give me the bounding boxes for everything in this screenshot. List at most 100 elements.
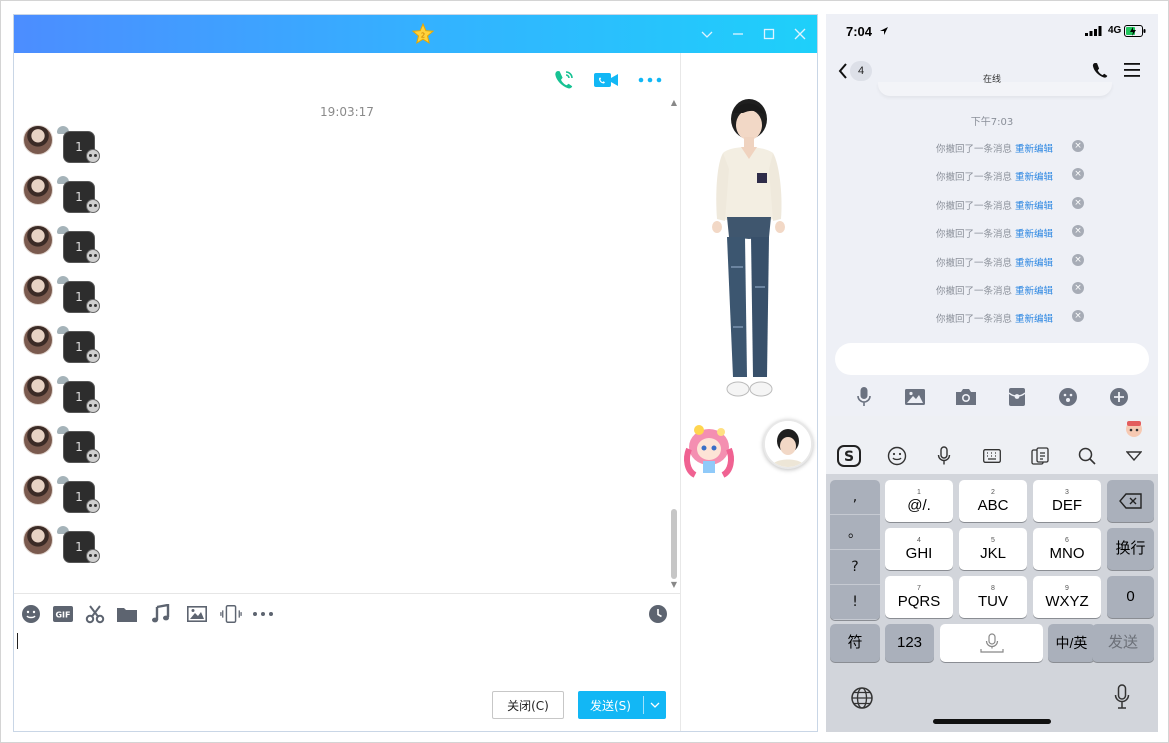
menu-icon[interactable] [1124, 63, 1140, 77]
close-icon[interactable]: × [1072, 196, 1084, 209]
numeric-key[interactable]: 123 [885, 624, 934, 662]
skull-icon [86, 349, 100, 363]
pet-sticker[interactable] [681, 421, 741, 481]
voice-call-icon[interactable] [550, 67, 578, 93]
minimize-icon[interactable] [728, 24, 748, 44]
re-edit-link[interactable]: 重新编辑 [1015, 255, 1053, 269]
music-icon[interactable] [150, 603, 172, 625]
avatar[interactable] [23, 125, 53, 155]
avatar-show-figure[interactable] [705, 97, 791, 427]
maximize-icon[interactable] [759, 24, 779, 44]
avatar[interactable] [23, 475, 53, 505]
scroll-up-icon[interactable]: ▲ [670, 99, 678, 107]
image-icon[interactable] [186, 603, 208, 625]
punctuation-column[interactable]: ,。?! [830, 480, 880, 620]
sogou-logo-icon[interactable]: S [836, 444, 862, 468]
shake-icon[interactable] [220, 603, 242, 625]
red-packet-icon[interactable] [1005, 385, 1029, 409]
recall-text: 你撤回了一条消息 [935, 229, 1012, 241]
avatar[interactable] [763, 419, 813, 469]
microphone-icon[interactable] [931, 444, 957, 468]
punctuation-key[interactable]: , [830, 480, 880, 515]
history-clock-icon[interactable] [647, 603, 669, 625]
t9-key[interactable]: 3 DEF [1033, 480, 1101, 522]
re-edit-link[interactable]: 重新编辑 [1015, 283, 1053, 297]
home-indicator[interactable] [933, 719, 1051, 724]
close-icon[interactable]: × [1072, 282, 1084, 294]
plus-icon[interactable] [1107, 385, 1131, 409]
close-icon[interactable] [790, 24, 810, 44]
more-icon[interactable] [252, 603, 274, 625]
sticker-icon[interactable] [1124, 420, 1144, 438]
keyboard-send-key[interactable]: 发送 [1092, 624, 1154, 662]
re-edit-link[interactable]: 重新编辑 [1015, 311, 1053, 325]
message-scrollbar[interactable]: ▲ ▼ [668, 99, 680, 593]
chevron-down-icon[interactable] [644, 702, 666, 708]
hide-keyboard-icon[interactable] [1121, 444, 1147, 468]
punctuation-key[interactable]: 。 [830, 515, 880, 550]
video-call-icon[interactable] [592, 67, 620, 93]
t9-key[interactable]: 6 MNO [1033, 528, 1101, 570]
re-edit-link[interactable]: 重新编辑 [1015, 198, 1053, 212]
image-icon[interactable] [903, 385, 927, 409]
key-letters: ABC [977, 496, 1009, 514]
camera-icon[interactable] [954, 385, 978, 409]
t9-key[interactable]: 4 GHI [885, 528, 953, 570]
t9-key[interactable]: 5 JKL [959, 528, 1027, 570]
microphone-icon[interactable] [852, 385, 876, 409]
globe-icon[interactable] [850, 686, 874, 714]
close-button[interactable]: 关闭(C) [492, 691, 564, 719]
emoji-icon[interactable] [884, 444, 910, 468]
message-input[interactable] [14, 633, 680, 693]
t9-key[interactable]: 1 @/. [885, 480, 953, 522]
punctuation-key[interactable]: ? [830, 550, 880, 585]
avatar[interactable] [23, 525, 53, 555]
close-icon[interactable]: × [1072, 310, 1084, 323]
close-icon[interactable]: × [1072, 168, 1084, 181]
close-icon[interactable]: × [1072, 225, 1084, 238]
avatar[interactable] [23, 275, 53, 305]
zero-key[interactable]: 0 [1107, 576, 1154, 618]
newline-key[interactable]: 换行 [1107, 528, 1154, 570]
emoji-icon[interactable] [20, 603, 42, 625]
language-switch-key[interactable]: 中/英 [1048, 624, 1095, 662]
symbol-key[interactable]: 符 [830, 624, 880, 662]
clipboard-icon[interactable] [1027, 444, 1053, 468]
avatar[interactable] [23, 225, 53, 255]
chevron-down-icon[interactable] [697, 24, 717, 44]
avatar[interactable] [23, 325, 53, 355]
t9-key[interactable]: 2 ABC [959, 480, 1027, 522]
search-icon[interactable] [1074, 444, 1100, 468]
emoji-icon[interactable] [1056, 385, 1080, 409]
message-row: 1 [23, 525, 223, 575]
more-icon[interactable] [636, 67, 664, 93]
backspace-key[interactable] [1107, 480, 1154, 522]
send-button-label[interactable]: 发送(S) [578, 697, 643, 714]
close-icon[interactable]: × [1072, 140, 1084, 152]
avatar[interactable] [23, 425, 53, 455]
space-key[interactable] [940, 624, 1043, 662]
re-edit-link[interactable]: 重新编辑 [1015, 141, 1053, 155]
dictation-mic-icon[interactable] [1114, 684, 1130, 714]
keyboard-icon[interactable] [979, 444, 1005, 468]
scissors-icon[interactable] [84, 603, 106, 625]
re-edit-link[interactable]: 重新编辑 [1015, 169, 1053, 183]
phone-icon[interactable] [1092, 62, 1108, 78]
message-list[interactable]: 19:03:17 111111111 [14, 99, 680, 593]
location-arrow-icon [880, 27, 888, 35]
send-button[interactable]: 发送(S) [578, 691, 666, 719]
re-edit-link[interactable]: 重新编辑 [1015, 226, 1053, 240]
avatar[interactable] [23, 375, 53, 405]
mobile-message-input[interactable] [835, 343, 1149, 375]
window-titlebar[interactable]: 2 [14, 15, 817, 53]
scroll-thumb[interactable] [671, 509, 677, 579]
t9-key[interactable]: 8 TUV [959, 576, 1027, 618]
scroll-down-icon[interactable]: ▼ [670, 581, 678, 589]
gif-icon[interactable]: GIF [52, 603, 74, 625]
close-icon[interactable]: × [1072, 253, 1084, 266]
t9-key[interactable]: 7 PQRS [885, 576, 953, 618]
t9-key[interactable]: 9 WXYZ [1033, 576, 1101, 618]
folder-icon[interactable] [116, 603, 138, 625]
punctuation-key[interactable]: ! [830, 585, 880, 620]
avatar[interactable] [23, 175, 53, 205]
